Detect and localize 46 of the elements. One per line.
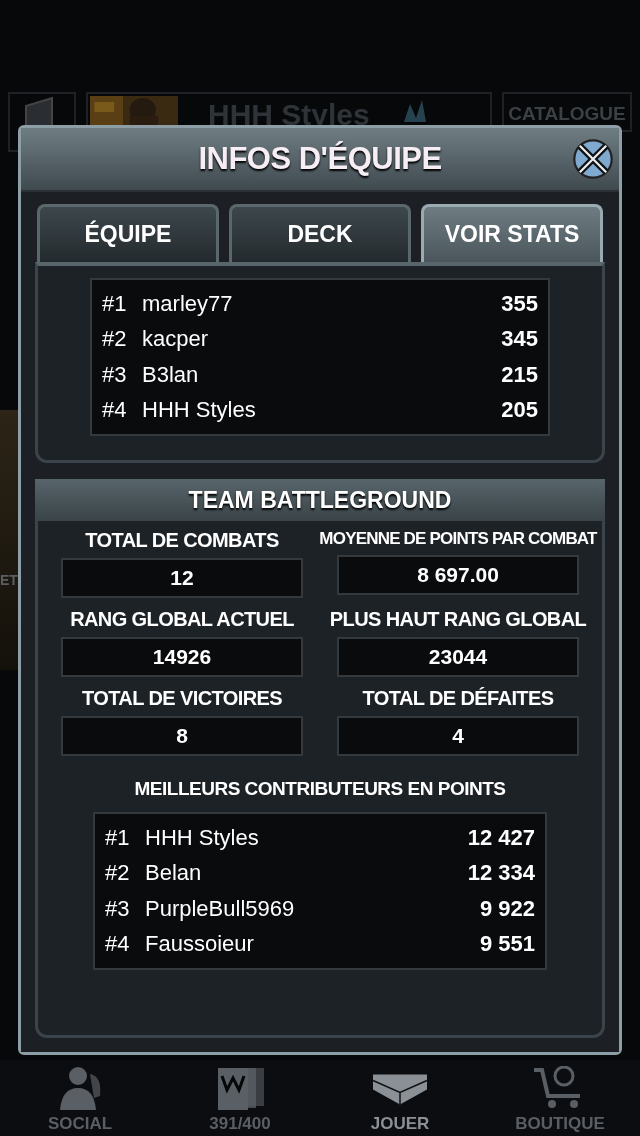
nav-tab[interactable]: JOUER (320, 1060, 480, 1136)
side-label: ET (0, 572, 18, 588)
player-points: 355 (501, 290, 538, 317)
rank-label: #1 (105, 824, 131, 851)
player-points: 9 551 (479, 931, 535, 958)
stat-label: PLUS HAUT RANG GLOBAL (329, 608, 587, 631)
stat-value: 8 (61, 716, 303, 756)
rank-label: #1 (102, 290, 128, 317)
nav-tab[interactable]: SOCIAL (0, 1060, 160, 1136)
player-points: 205 (501, 397, 538, 424)
player-name: kacper (142, 326, 210, 353)
rank-label: #2 (102, 326, 128, 353)
player-points: 12 334 (467, 860, 535, 887)
rank-label: #3 (105, 895, 131, 922)
contributors-title: MEILLEURS CONTRIBUTEURS EN POINTS (134, 778, 506, 800)
player-points: 345 (501, 326, 538, 353)
rank-label: #4 (105, 931, 131, 958)
player-name: HHH Styles (145, 824, 260, 851)
player-points: 9 922 (479, 895, 535, 922)
stat-value: 23044 (337, 637, 579, 677)
tab[interactable]: ÉQUIPE (37, 204, 219, 262)
nav-tab[interactable]: 391/400 (160, 1060, 320, 1136)
rank-label: #2 (105, 860, 131, 887)
player-name: marley77 (142, 290, 234, 317)
player-points: 12 427 (467, 824, 535, 851)
nav-tab[interactable]: BOUTIQUE (480, 1060, 640, 1136)
stat-value: 8 697.00 (337, 555, 579, 595)
stat-label: TOTAL DE DÉFAITES (362, 687, 554, 710)
stat-value: 4 (337, 716, 579, 756)
tab[interactable]: DECK (229, 204, 411, 262)
stat-label: TOTAL DE COMBATS (85, 529, 279, 552)
tab[interactable]: VOIR STATS (421, 204, 603, 262)
stat-value: 12 (61, 558, 303, 598)
stat-value: 14926 (61, 637, 303, 677)
rank-label: #4 (102, 397, 128, 424)
rank-label: #3 (102, 361, 128, 388)
player-name: B3lan (142, 361, 200, 388)
player-name: Faussoieur (145, 931, 255, 958)
stat-label: MOYENNE DE POINTS PAR COMBAT (319, 529, 597, 549)
player-name: Belan (145, 860, 203, 887)
section-title: TEAM BATTLEGROUND (188, 486, 452, 514)
stat-label: RANG GLOBAL ACTUEL (70, 608, 294, 631)
stat-label: TOTAL DE VICTOIRES (82, 687, 282, 710)
player-name: PurpleBull5969 (145, 895, 296, 922)
player-name: HHH Styles (142, 397, 257, 424)
player-points: 215 (501, 361, 538, 388)
